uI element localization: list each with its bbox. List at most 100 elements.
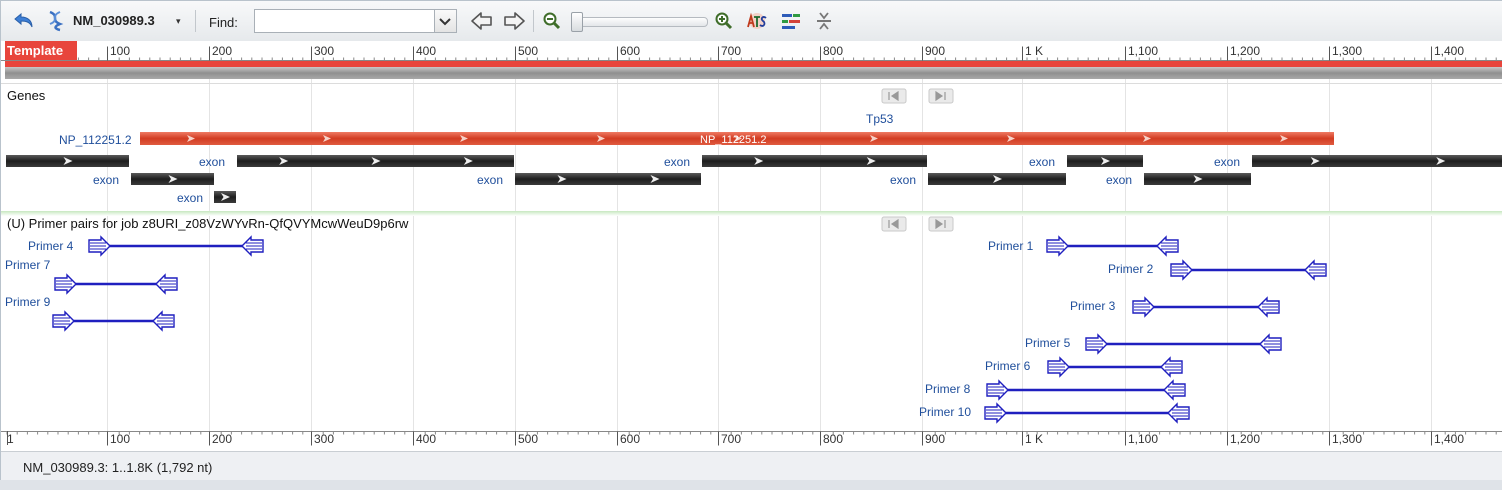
primer-label[interactable]: Primer 1 <box>988 239 1034 253</box>
genes-track-nav-next[interactable] <box>928 88 954 104</box>
tracks-icon <box>782 14 800 29</box>
ruler-tick-label: 700 <box>721 44 741 58</box>
ruler-tick-label: 1,300 <box>1332 44 1362 58</box>
exon-feature[interactable]: exon <box>890 173 1066 187</box>
ruler-tick-label: 1,200 <box>1230 432 1260 446</box>
primer-pair[interactable]: Primer 10 <box>919 402 1190 424</box>
primer-label[interactable]: Primer 3 <box>1070 299 1116 313</box>
primer-pairs: Primer 4 Primer 7 Primer 9 Primer 1 Primer 2… <box>5 235 1327 424</box>
primer-pair[interactable]: Primer 8 <box>925 379 1186 401</box>
sequence-view-button[interactable] <box>745 10 769 32</box>
primer-pair[interactable]: Primer 4 <box>28 235 264 257</box>
ruler-tick-label: 200 <box>212 44 232 58</box>
graphical-panel: 100 200 300 400 500 600 700 800 900 1 K 1,100 1,200… <box>1 41 1502 451</box>
ruler-tick-label: 900 <box>925 432 945 446</box>
chevron-down-icon[interactable]: ▾ <box>176 16 181 27</box>
exon-label[interactable]: exon <box>177 191 203 205</box>
exon-label[interactable]: exon <box>1106 173 1132 187</box>
template-sequence-bar <box>1 61 1502 84</box>
toolbar-divider <box>195 10 196 32</box>
primer-pair[interactable]: Primer 2 <box>1108 259 1327 281</box>
find-input[interactable] <box>254 9 435 33</box>
exon-feature[interactable]: exon <box>1106 173 1251 187</box>
exon-feature[interactable]: exon <box>477 173 701 187</box>
exon-label[interactable]: exon <box>890 173 916 187</box>
primer-label[interactable]: Primer 8 <box>925 382 971 396</box>
tracks-config-button[interactable] <box>779 10 803 32</box>
ruler-tick-label: 700 <box>721 432 741 446</box>
exon-label[interactable]: exon <box>199 155 225 169</box>
undo-arrow-icon <box>14 12 33 28</box>
primer-pair[interactable]: Primer 6 <box>985 356 1183 378</box>
ruler-tick-label: 300 <box>314 432 334 446</box>
ruler-tick-label: 1,400 <box>1434 432 1464 446</box>
primer-pair[interactable]: Primer 5 <box>1025 333 1282 355</box>
arrow-left-icon <box>471 12 492 30</box>
genes-track: Genes Tp53 NP_112251.2 NP_112251.2 exon e… <box>6 88 1502 205</box>
exon-features: exon exon exon exon exon exon exon exon exon <box>6 155 1502 205</box>
gene-feature-label[interactable]: NP_112251.2 <box>59 133 132 147</box>
primer-label[interactable]: Primer 2 <box>1108 262 1154 276</box>
find-label: Find: <box>209 15 238 30</box>
primer-pair[interactable]: Primer 9 <box>5 295 175 332</box>
zoom-out-button[interactable] <box>541 10 563 32</box>
sequence-viewer: NM_030989.3 ▾ Find: 100 200 300 400 500 … <box>0 0 1502 490</box>
exon-label[interactable]: exon <box>93 173 119 187</box>
primer-label[interactable]: Primer 4 <box>28 239 74 253</box>
primer-label[interactable]: Primer 9 <box>5 295 51 309</box>
exon-feature[interactable]: exon <box>199 155 514 169</box>
gene-name-label[interactable]: Tp53 <box>866 112 894 126</box>
primer-label[interactable]: Primer 7 <box>5 258 51 272</box>
top-ruler: 100 200 300 400 500 600 700 800 900 1 K 1,100 1,200… <box>1 41 1502 61</box>
sequence-menu-button[interactable] <box>43 10 67 32</box>
ruler-tick-label: 900 <box>925 44 945 58</box>
exon-label[interactable]: exon <box>477 173 503 187</box>
accession-dropdown[interactable]: NM_030989.3 <box>73 13 155 28</box>
ruler-tick-label: 300 <box>314 44 334 58</box>
toolbar-divider <box>533 10 534 32</box>
zoom-slider[interactable] <box>574 17 708 27</box>
ruler-tick-label: 1 K <box>1025 432 1043 446</box>
genes-track-nav-prev[interactable] <box>881 88 907 104</box>
ruler-tick-label: 1,200 <box>1230 44 1260 58</box>
primer-label[interactable]: Primer 5 <box>1025 336 1071 350</box>
primer-pair[interactable]: Primer 3 <box>1070 296 1280 318</box>
exon-bar[interactable] <box>702 155 927 167</box>
collapse-tracks-button[interactable] <box>813 10 835 32</box>
primer-label[interactable]: Primer 10 <box>919 405 971 419</box>
exon-feature[interactable]: exon <box>177 191 236 205</box>
status-bar: NM_030989.3: 1..1.8K (1,792 nt) <box>1 451 1502 482</box>
zoom-in-button[interactable] <box>713 10 735 32</box>
bottom-ruler: 100 200 300 400 500 600 700 800 900 1 K 1,100 1,200… <box>1 431 1502 446</box>
exon-feature[interactable]: exon <box>1029 155 1143 169</box>
primer-track-nav-next[interactable] <box>928 216 954 232</box>
primer-pair[interactable]: Primer 7 <box>5 258 178 295</box>
zoom-slider-thumb[interactable] <box>571 12 583 32</box>
exon-label[interactable]: exon <box>1029 155 1055 169</box>
ruler-tick-label: 600 <box>620 432 640 446</box>
exon-bar[interactable] <box>515 173 701 185</box>
find-dropdown-button[interactable] <box>435 9 457 33</box>
exon-label[interactable]: exon <box>1214 155 1240 169</box>
exon-feature[interactable] <box>6 155 129 167</box>
exon-feature[interactable]: exon <box>1214 155 1502 169</box>
previous-button[interactable] <box>469 10 495 32</box>
template-label: Template <box>7 43 63 58</box>
exon-bar[interactable] <box>1252 155 1502 167</box>
primer-track-nav-prev[interactable] <box>881 216 907 232</box>
primer-pair[interactable]: Primer 1 <box>988 235 1179 257</box>
exon-feature[interactable]: exon <box>93 173 214 187</box>
ruler-tick-label: 100 <box>110 432 130 446</box>
dna-icon <box>49 10 64 32</box>
exon-feature[interactable]: exon <box>664 155 927 169</box>
exon-label[interactable]: exon <box>664 155 690 169</box>
primer-label[interactable]: Primer 6 <box>985 359 1031 373</box>
ruler-tick-label: 800 <box>823 44 843 58</box>
gene-feature-inner-label: NP_112251.2 <box>700 134 766 146</box>
zoom-in-icon <box>715 12 733 30</box>
back-button[interactable] <box>11 10 37 32</box>
collapse-icon <box>817 12 831 30</box>
genes-track-title: Genes <box>7 88 46 103</box>
grid-lines <box>107 61 1432 431</box>
next-button[interactable] <box>501 10 527 32</box>
